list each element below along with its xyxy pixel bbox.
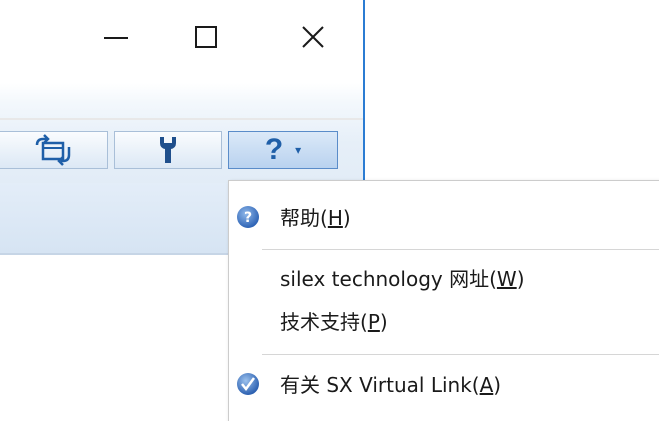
toolbar-divider	[0, 118, 363, 120]
menu-item-support[interactable]: 技术支持(P)	[229, 298, 659, 342]
toolbar: ? ▾	[0, 131, 363, 169]
switch-windows-icon	[35, 134, 70, 166]
menu-separator	[262, 354, 659, 355]
info-check-icon	[237, 373, 259, 395]
minimize-button[interactable]	[93, 14, 139, 60]
svg-text:?: ?	[244, 210, 252, 226]
close-icon	[302, 26, 324, 48]
menu-item-website-label: silex technology 网址(W)	[280, 266, 525, 291]
menu-item-about[interactable]: 有关 SX Virtual Link(A)	[229, 361, 659, 405]
menu-item-help-label: 帮助(H)	[280, 205, 351, 230]
settings-button[interactable]	[114, 131, 222, 169]
menu-item-help[interactable]: ? 帮助(H)	[229, 194, 659, 238]
question-mark-icon: ?	[264, 133, 284, 166]
minimize-icon	[104, 37, 128, 39]
help-menu: ? 帮助(H) silex technology 网址(W) 技术支持(P) 有…	[228, 180, 659, 421]
menu-item-about-label: 有关 SX Virtual Link(A)	[280, 372, 502, 397]
wrench-icon	[160, 137, 176, 163]
maximize-button[interactable]	[183, 14, 229, 60]
maximize-icon	[195, 26, 217, 48]
close-button[interactable]	[290, 14, 336, 60]
menu-separator	[262, 249, 659, 250]
menu-item-support-label: 技术支持(P)	[280, 309, 388, 334]
help-dropdown-button[interactable]: ? ▾	[228, 131, 338, 169]
menu-item-website[interactable]: silex technology 网址(W)	[229, 255, 659, 299]
help-circle-icon: ?	[237, 206, 259, 228]
chevron-down-icon: ▾	[295, 143, 302, 157]
switch-view-button[interactable]	[0, 131, 108, 169]
